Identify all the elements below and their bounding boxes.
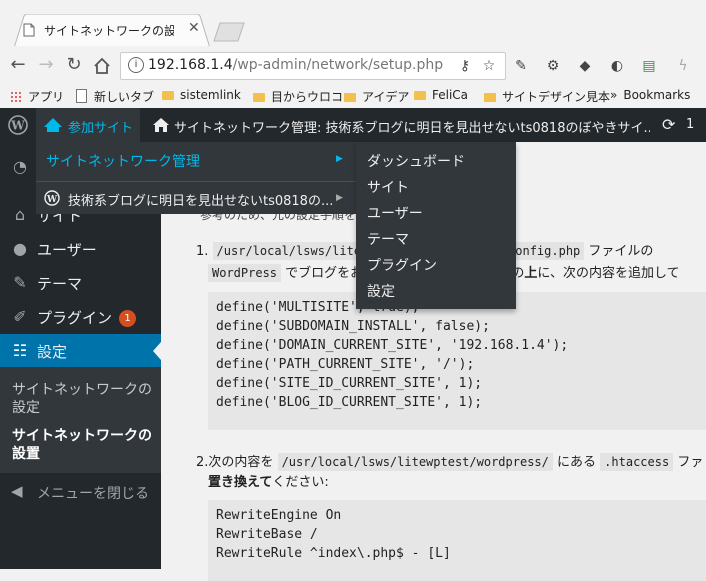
folder-icon <box>162 91 174 100</box>
network-admin-title[interactable]: サイトネットワーク管理: 技術系ブログに明日を見出せないts0818のぼやきサイ… <box>174 117 650 136</box>
step1-code-block: define('MULTISITE', true); define('SUBDOM… <box>208 292 706 430</box>
plug-icon: ✐ <box>13 307 27 326</box>
bookmark-newtab[interactable]: 新しいタブ <box>76 88 154 105</box>
sidebar-item-themes[interactable]: ✎ テーマ <box>0 266 161 300</box>
updates-icon[interactable]: ⟳ <box>662 115 675 134</box>
sidebar-item-settings[interactable]: ☷ 設定 <box>0 334 161 368</box>
extension-icon[interactable]: ◆ <box>576 57 594 75</box>
sidebar-item-plugins[interactable]: ✐ プラグイン 1 <box>0 300 161 334</box>
submenu-network-setup[interactable]: サイトネットワークの設置 <box>12 427 157 463</box>
menu-blog-site[interactable]: 技術系ブログに明日を見出せないts0818の... <box>68 190 333 209</box>
bookmark-item[interactable]: アイデア <box>344 88 409 105</box>
forward-icon[interactable]: → <box>34 54 58 75</box>
menu-settings[interactable]: 設定 <box>367 281 395 301</box>
my-sites-label[interactable]: 参加サイト <box>68 117 133 136</box>
gear-icon[interactable]: ⚙ <box>544 57 562 75</box>
bookmark-item[interactable]: サイトデザイン見本 <box>484 88 610 105</box>
menu-network-admin[interactable]: サイトネットワーク管理 <box>46 151 200 171</box>
back-icon[interactable]: ← <box>6 54 30 75</box>
chevron-right-icon: ▶ <box>336 193 343 203</box>
folder-icon <box>414 91 426 100</box>
apps-icon <box>10 91 22 103</box>
sheet-icon[interactable]: ▤ <box>640 57 658 75</box>
menu-users[interactable]: ユーザー <box>367 203 423 223</box>
menu-themes[interactable]: テーマ <box>367 229 409 249</box>
wordpress-logo-icon[interactable]: W <box>8 115 28 139</box>
chevron-right-icon: » <box>610 88 618 102</box>
document-icon <box>22 23 36 37</box>
updates-count[interactable]: 1 <box>686 117 694 132</box>
reload-icon[interactable]: ↻ <box>62 54 86 75</box>
brush-icon: ✎ <box>13 273 27 292</box>
settings-icon: ☷ <box>12 341 28 360</box>
bookmark-item[interactable]: 目からウロコ <box>253 88 343 105</box>
active-pointer <box>153 342 161 360</box>
document-icon <box>76 89 87 103</box>
bookmark-item[interactable]: sistemlink <box>162 88 241 102</box>
new-tab-button[interactable] <box>212 22 246 42</box>
menu-dashboard[interactable]: ダッシュボード <box>367 151 465 171</box>
tab-title: サイトネットワークの設置 ‹ サ <box>44 24 174 38</box>
close-icon[interactable]: ✕ <box>188 20 200 36</box>
bookmark-item[interactable]: FeliCa <box>414 88 468 102</box>
url-text[interactable]: 192.168.1.4/wp-admin/network/setup.php <box>148 57 443 73</box>
dashboard-icon: ◔ <box>13 157 27 176</box>
submenu-network-settings[interactable]: サイトネットワークの設定 <box>12 381 157 417</box>
extension-icon[interactable]: ◐ <box>608 57 626 75</box>
network-icon: ⌂ <box>14 205 26 224</box>
network-icon <box>43 116 63 138</box>
folder-icon <box>344 93 356 102</box>
svg-text:W: W <box>46 195 58 205</box>
divider <box>36 181 356 182</box>
eyedropper-icon[interactable]: ✎ <box>512 57 530 75</box>
bookmark-apps[interactable]: アプリ <box>10 88 64 105</box>
collapse-menu-button[interactable]: ◀ メニューを閉じる <box>0 480 161 506</box>
plugin-update-badge: 1 <box>119 310 137 327</box>
svg-text:W: W <box>10 119 25 133</box>
chevron-right-icon: ▶ <box>336 154 343 164</box>
collapse-icon: ◀ <box>11 482 23 500</box>
menu-plugins[interactable]: プラグイン <box>367 255 437 275</box>
key-icon[interactable]: ⚷ <box>456 57 474 75</box>
home-icon[interactable] <box>90 54 114 80</box>
home-icon <box>152 116 170 138</box>
folder-icon <box>253 93 265 102</box>
step2-line2: 置き換えてください: <box>208 475 329 490</box>
menu-sites[interactable]: サイト <box>367 177 409 197</box>
user-icon: ● <box>13 239 27 258</box>
folder-icon <box>484 93 496 102</box>
wordpress-logo-icon: W <box>44 190 60 210</box>
step2-line1: 2.次の内容を /usr/local/lsws/litewptest/wordp… <box>196 453 704 471</box>
sidebar-item-users[interactable]: ● ユーザー <box>0 232 161 266</box>
bookmark-item[interactable]: » Bookmarks <box>610 88 690 102</box>
bookmark-star-icon[interactable]: ☆ <box>480 57 498 75</box>
bolt-icon[interactable]: ϟ <box>674 57 692 75</box>
info-icon[interactable]: i <box>128 57 144 73</box>
